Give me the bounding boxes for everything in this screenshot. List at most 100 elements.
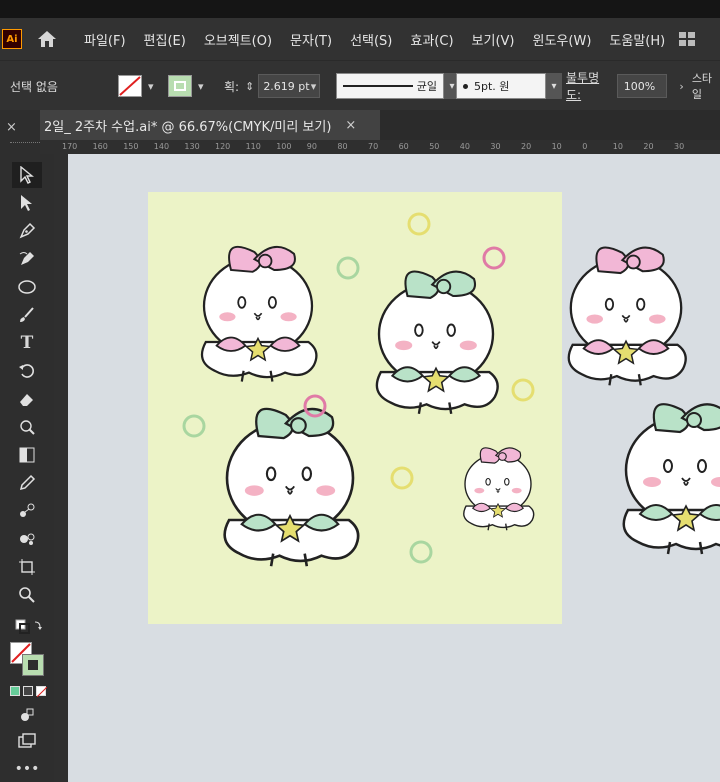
- fill-stroke-swatches[interactable]: [10, 642, 50, 678]
- menu-item[interactable]: 파일(F): [84, 30, 126, 49]
- gradient-mode-icon[interactable]: [23, 686, 33, 696]
- screen-mode-icon[interactable]: [12, 728, 42, 754]
- illustrator-window: Ai 파일(F) 편집(E) 오브젝트(O) 문자(T) 선택(S) 효과(C) 보기(V)…: [0, 18, 720, 782]
- ruler-tick-label: 40: [459, 142, 470, 151]
- character-pink-large[interactable]: [200, 245, 318, 383]
- type-tool-icon[interactable]: T: [12, 330, 42, 356]
- character-pink-small[interactable]: [463, 447, 535, 531]
- deco-circle[interactable]: [409, 540, 433, 564]
- default-colors-icon[interactable]: [14, 618, 44, 638]
- brush-dot-icon: [463, 83, 468, 89]
- brush-label: 5pt. 원: [474, 80, 510, 93]
- deco-circle[interactable]: [182, 414, 206, 438]
- panel-collapse-icon[interactable]: ×: [6, 120, 17, 135]
- stroke-weight-value: 2.619 pt: [263, 79, 310, 93]
- ellipse-tool-icon[interactable]: [12, 274, 42, 300]
- edit-toolbar-icon[interactable]: •••: [12, 756, 42, 782]
- direct-selection-tool-icon[interactable]: [12, 190, 42, 216]
- control-bar: 선택 없음 ▾ ▾ 획: ⇕ 2.619 pt ▾ 균일 ▾ 5pt. 원 ▾ …: [0, 60, 720, 110]
- canvas[interactable]: [68, 154, 720, 782]
- opacity-field[interactable]: 100%: [616, 74, 668, 98]
- menu-item[interactable]: 오브젝트(O): [204, 30, 272, 49]
- artwork-layer[interactable]: [68, 154, 720, 782]
- ruler-tick-label: 130: [184, 142, 200, 151]
- draw-mode-icon[interactable]: [12, 702, 42, 728]
- ruler-tick-label: 100: [276, 142, 292, 151]
- profile-line-preview: [343, 85, 413, 87]
- menu-items: 파일(F) 편집(E) 오브젝트(O) 문자(T) 선택(S) 효과(C) 보기(V) 윈도우…: [84, 30, 665, 49]
- pen-tool-icon[interactable]: [12, 218, 42, 244]
- menu-item[interactable]: 편집(E): [144, 30, 186, 49]
- character-pink-outside[interactable]: [567, 246, 687, 387]
- ruler-tick-label: 30: [490, 142, 501, 151]
- selection-state: 선택 없음: [10, 61, 58, 111]
- ruler-tick-label: 10: [612, 142, 623, 151]
- fill-control[interactable]: ▾: [118, 61, 154, 111]
- document-tab[interactable]: 2일_ 2주차 수업.ai* @ 66.67%(CMYK/미리 보기) ×: [40, 110, 380, 140]
- eraser-tool-icon[interactable]: [12, 386, 42, 412]
- opacity-dropdown-icon[interactable]: ›: [679, 80, 683, 93]
- eyedropper-tool-icon[interactable]: [12, 470, 42, 496]
- deco-circle[interactable]: [511, 378, 535, 402]
- deco-circle[interactable]: [336, 256, 360, 280]
- character-mint-top[interactable]: [375, 270, 499, 415]
- stroke-swatch[interactable]: [168, 75, 192, 97]
- brush-definition[interactable]: 5pt. 원 ▾: [456, 61, 562, 111]
- menu-item[interactable]: 선택(S): [350, 30, 392, 49]
- deco-circle[interactable]: [390, 466, 414, 490]
- ruler-tick-label: 0: [582, 142, 588, 151]
- symbol-sprayer-tool-icon[interactable]: [12, 526, 42, 552]
- style-label[interactable]: 스타일: [692, 70, 720, 102]
- color-mode-icon[interactable]: [10, 686, 20, 696]
- color-mode-buttons[interactable]: [10, 686, 50, 698]
- character-mint-large[interactable]: [223, 407, 360, 568]
- brush-select[interactable]: 5pt. 원: [456, 73, 546, 99]
- zoom-tool-icon[interactable]: [12, 582, 42, 608]
- variable-width-profile[interactable]: 균일 ▾: [336, 61, 460, 111]
- menu-item[interactable]: 문자(T): [290, 30, 332, 49]
- gradient-tool-icon[interactable]: [12, 442, 42, 468]
- opacity-label[interactable]: 불투명도:: [566, 69, 611, 103]
- document-tab-bar: 2일_ 2주차 수업.ai* @ 66.67%(CMYK/미리 보기) ×: [40, 110, 720, 140]
- stroke-indicator[interactable]: [22, 654, 44, 676]
- menu-item[interactable]: 도움말(H): [609, 30, 665, 49]
- rotate-tool-icon[interactable]: [12, 358, 42, 384]
- document-tab-title: 2일_ 2주차 수업.ai* @ 66.67%(CMYK/미리 보기): [44, 119, 332, 135]
- workspace-switcher-icon[interactable]: [679, 32, 697, 46]
- curvature-tool-icon[interactable]: [12, 246, 42, 272]
- ruler-tick-label: 170: [62, 142, 78, 151]
- selection-tool-icon[interactable]: [12, 162, 42, 188]
- deco-circle[interactable]: [407, 212, 431, 236]
- stroke-dropdown-icon[interactable]: ▾: [198, 80, 204, 93]
- ruler-tick-label: 50: [429, 142, 440, 151]
- ruler-tick-label: 20: [521, 142, 532, 151]
- deco-circle[interactable]: [482, 246, 506, 270]
- ruler-tick-label: 20: [643, 142, 654, 151]
- warp-tool-icon[interactable]: [12, 414, 42, 440]
- artboard-tool-icon[interactable]: [12, 554, 42, 580]
- character-mint-outside[interactable]: [622, 402, 720, 556]
- stroke-weight-stepper-icon[interactable]: ⇕: [245, 80, 254, 93]
- stroke-weight-dropdown-icon[interactable]: ▾: [311, 80, 317, 93]
- stroke-weight-field[interactable]: 2.619 pt ▾: [258, 74, 321, 98]
- paintbrush-tool-icon[interactable]: [12, 302, 42, 328]
- stroke-control[interactable]: ▾: [168, 61, 204, 111]
- none-mode-icon[interactable]: [36, 686, 47, 697]
- ruler-tick-label: 90: [306, 142, 317, 151]
- ruler-tick-label: 70: [368, 142, 379, 151]
- stroke-weight-control: 획: ⇕ 2.619 pt ▾: [224, 61, 321, 111]
- brush-dropdown-icon[interactable]: ▾: [546, 73, 562, 99]
- ruler-tick-label: 150: [123, 142, 139, 151]
- fill-swatch[interactable]: [118, 75, 142, 97]
- vertical-ruler: [54, 154, 68, 782]
- close-tab-icon[interactable]: ×: [345, 118, 356, 133]
- panel-grip[interactable]: [10, 142, 40, 146]
- home-icon[interactable]: [36, 29, 58, 49]
- blend-tool-icon[interactable]: [12, 498, 42, 524]
- menu-item[interactable]: 윈도우(W): [533, 30, 592, 49]
- menu-item[interactable]: 효과(C): [410, 30, 453, 49]
- menu-item[interactable]: 보기(V): [472, 30, 515, 49]
- profile-select[interactable]: 균일: [336, 73, 444, 99]
- fill-dropdown-icon[interactable]: ▾: [148, 80, 154, 93]
- app-logo: Ai: [2, 29, 22, 49]
